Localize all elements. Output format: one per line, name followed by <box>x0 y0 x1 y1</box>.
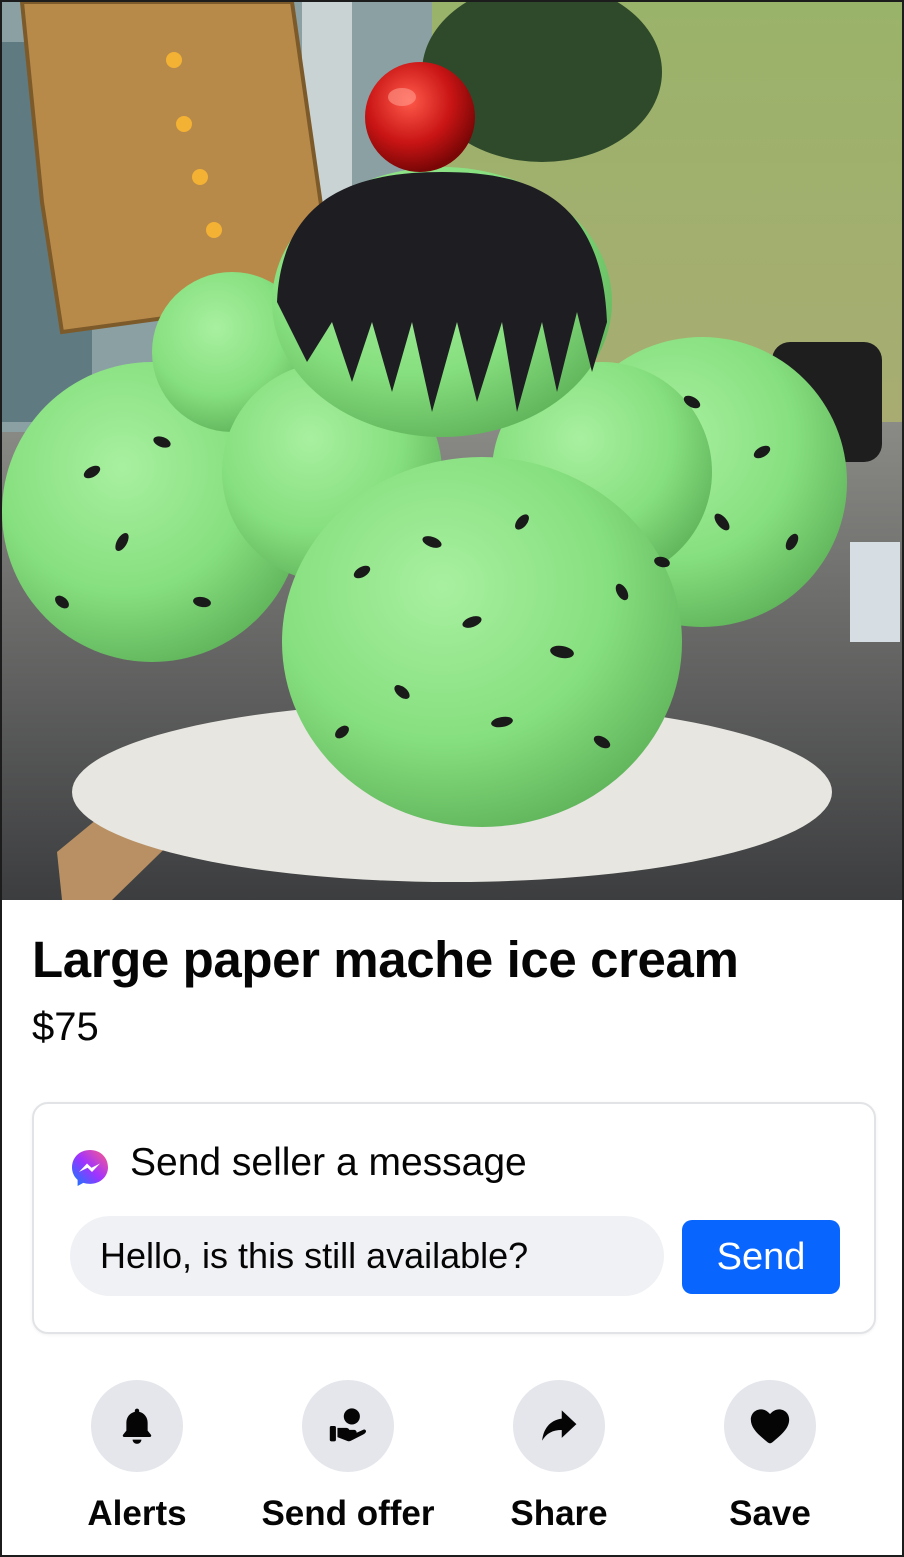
message-card-heading: Send seller a message <box>130 1141 527 1184</box>
save-label: Save <box>729 1494 811 1533</box>
marketplace-listing-screen: Large paper mache ice cream $75 Send sel… <box>0 0 904 1557</box>
alerts-label: Alerts <box>87 1494 187 1533</box>
share-label: Share <box>510 1494 608 1533</box>
send-button[interactable]: Send <box>682 1220 840 1294</box>
message-card-header: Send seller a message <box>70 1138 527 1188</box>
send-offer-button[interactable]: Send offer <box>238 1380 458 1534</box>
offer-icon <box>329 1408 367 1442</box>
send-offer-icon-circle <box>302 1380 394 1472</box>
save-button[interactable]: Save <box>660 1380 880 1534</box>
listing-actions: Alerts Send offer Share Save <box>2 1380 902 1550</box>
alerts-icon-circle <box>91 1380 183 1472</box>
send-seller-message-card: Send seller a message Send <box>32 1102 876 1334</box>
bell-icon <box>122 1408 152 1444</box>
listing-title: Large paper mache ice cream <box>32 931 739 988</box>
send-offer-label: Send offer <box>261 1494 435 1533</box>
message-input[interactable] <box>70 1216 664 1296</box>
heart-icon <box>750 1409 790 1444</box>
messenger-icon <box>72 1150 108 1186</box>
save-icon-circle <box>724 1380 816 1472</box>
ice-cream-sculpture-image <box>2 2 902 900</box>
share-icon <box>542 1410 577 1441</box>
share-button[interactable]: Share <box>449 1380 669 1534</box>
listing-photo[interactable] <box>2 2 902 900</box>
share-icon-circle <box>513 1380 605 1472</box>
listing-price: $75 <box>32 1005 99 1049</box>
alerts-button[interactable]: Alerts <box>27 1380 247 1534</box>
